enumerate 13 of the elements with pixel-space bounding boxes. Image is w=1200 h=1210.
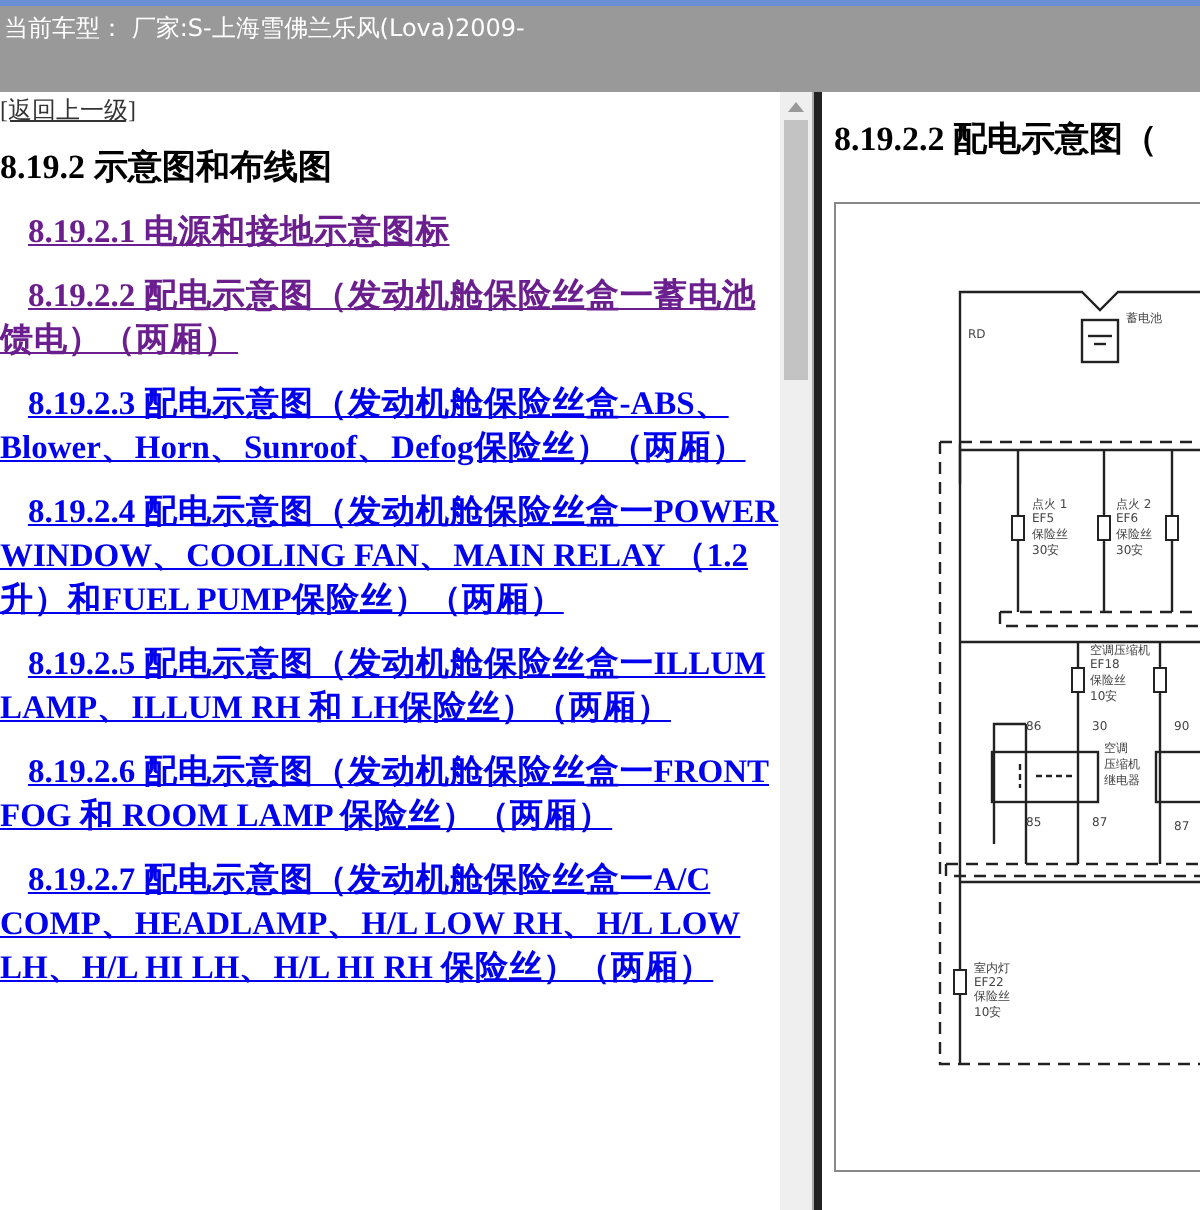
section-link[interactable]: 8.19.2.3 配电示意图（发动机舱保险丝盒-ABS、Blower、Horn、Sunroof、Defog保险丝）（两厢） <box>0 382 780 470</box>
back-link[interactable]: [返回上一级] <box>0 94 136 128</box>
section-link[interactable]: 8.19.2.1 电源和接地示意图标 <box>0 210 780 254</box>
section-link[interactable]: 8.19.2.4 配电示意图（发动机舱保险丝盒一POWER WINDOW、COOLING FAN、MAIN RELAY （1.2升）和FUEL PUMP保险丝）（两厢） <box>0 490 780 622</box>
section-link[interactable]: 8.19.2.5 配电示意图（发动机舱保险丝盒一ILLUM LAMP、ILLUM RH 和 LH保险丝）（两厢） <box>0 642 780 730</box>
scroll-up-icon[interactable] <box>788 102 804 112</box>
diagram-heading: 8.19.2.2 配电示意图（ <box>834 118 1159 162</box>
section-heading: 8.19.2 示意图和布线图 <box>0 146 334 190</box>
section-link[interactable]: 8.19.2.6 配电示意图（发动机舱保险丝盒一FRONT FOG 和 ROOM LAMP 保险丝）（两厢） <box>0 750 780 838</box>
section-link[interactable]: 8.19.2.7 配电示意图（发动机舱保险丝盒一A/C COMP、HEADLAMP、H/L LOW RH、H/L LOW LH、H/L HI LH、H/L HI RH 保险丝）（两厢） <box>0 858 780 990</box>
window-title: 当前车型： 厂家:S-上海雪佛兰乐风(Lova)2009- <box>4 14 525 42</box>
scrollbar[interactable] <box>780 92 812 1210</box>
scrollbar-thumb[interactable] <box>784 120 808 380</box>
